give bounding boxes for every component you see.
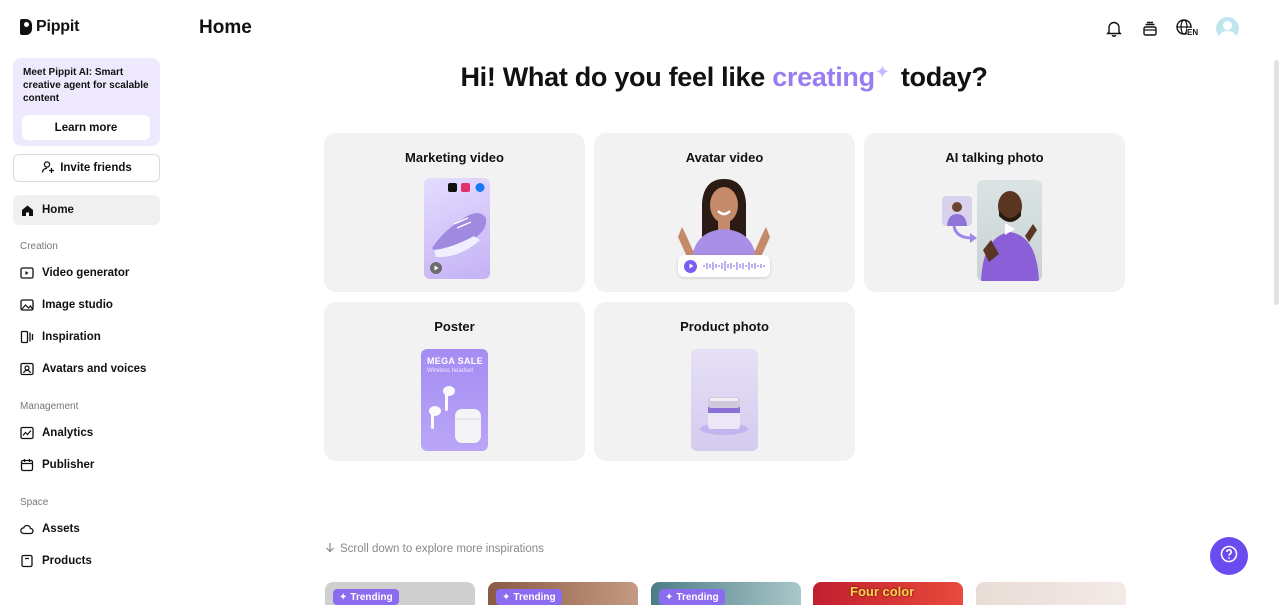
scroll-hint-text: Scroll down to explore more inspirations	[340, 543, 544, 555]
card-title: Marketing video	[405, 150, 504, 165]
image-studio-icon	[20, 298, 34, 312]
trending-badge: ✦ Trending	[496, 589, 562, 605]
source-photo-thumb	[942, 196, 972, 226]
sidebar-item-video-generator[interactable]: Video generator	[13, 258, 160, 288]
product-photo-preview	[691, 349, 758, 451]
poster-preview: MEGA SALE Wireless headset	[421, 349, 488, 451]
language-globe-icon[interactable]: EN	[1176, 18, 1200, 40]
section-label-space: Space	[20, 497, 49, 508]
brand-logo[interactable]: Pippit	[20, 18, 79, 36]
thumb-caption: Four color	[850, 584, 915, 599]
invite-label: Invite friends	[60, 162, 132, 174]
sidebar-item-label: Products	[42, 555, 92, 567]
home-icon	[20, 203, 34, 217]
add-user-icon	[41, 160, 55, 177]
marketing-video-preview	[424, 178, 490, 279]
pippit-logo-icon	[20, 19, 32, 35]
hero-heading: Hi! What do you feel like creating✦ toda…	[324, 62, 1124, 93]
header-actions: EN	[1104, 17, 1239, 40]
card-marketing-video[interactable]: Marketing video	[324, 133, 585, 292]
trending-label: Trending	[350, 591, 393, 603]
learn-more-button[interactable]: Learn more	[22, 115, 150, 140]
inspiration-thumb[interactable]: ✦ Trending	[488, 582, 638, 605]
promo-card: Meet Pippit AI: Smart creative agent for…	[13, 58, 160, 146]
section-label-management: Management	[20, 401, 79, 412]
scrollbar[interactable]	[1274, 60, 1279, 305]
trending-badge: ✦ Trending	[659, 589, 725, 605]
sidebar: Pippit Meet Pippit AI: Smart creative ag…	[0, 0, 174, 605]
sidebar-item-inspiration[interactable]: Inspiration	[13, 322, 160, 352]
play-icon	[684, 259, 697, 273]
sidebar-item-products[interactable]: Products	[13, 546, 160, 576]
promo-text: Meet Pippit AI: Smart creative agent for…	[23, 67, 149, 104]
trending-badge: ✦ Trending	[333, 589, 399, 605]
sidebar-item-label: Avatars and voices	[42, 363, 147, 375]
animated-photo	[977, 180, 1042, 281]
card-avatar-video[interactable]: Avatar video	[594, 133, 855, 292]
card-title: Product photo	[680, 319, 769, 334]
trending-label: Trending	[676, 591, 719, 603]
language-code: EN	[1187, 27, 1199, 37]
sidebar-item-assets[interactable]: Assets	[13, 514, 160, 544]
card-title: Poster	[434, 319, 475, 334]
earbuds-illustration	[429, 386, 481, 443]
waveform-icon	[703, 261, 765, 271]
page-title: Home	[199, 17, 252, 38]
card-ai-talking-photo[interactable]: AI talking photo	[864, 133, 1125, 292]
play-icon	[430, 262, 442, 274]
analytics-icon	[20, 426, 34, 440]
card-product-photo[interactable]: Product photo	[594, 302, 855, 461]
subscription-stack-icon[interactable]	[1140, 18, 1160, 40]
play-icon	[1004, 222, 1016, 241]
talking-photo-preview	[942, 180, 1044, 282]
scroll-hint: Scroll down to explore more inspirations	[325, 542, 544, 556]
sidebar-item-home[interactable]: Home	[13, 195, 160, 225]
sidebar-item-publisher[interactable]: Publisher	[13, 450, 160, 480]
notification-bell-icon[interactable]	[1104, 18, 1124, 40]
card-title: Avatar video	[685, 150, 764, 165]
hero-suffix: today?	[900, 62, 988, 92]
box-icon	[20, 554, 34, 568]
section-label-creation: Creation	[20, 241, 58, 252]
sidebar-item-label: Home	[42, 204, 74, 216]
question-icon	[1220, 545, 1238, 568]
card-title: AI talking photo	[945, 150, 1044, 165]
inspiration-thumb[interactable]: ✦ Trending	[651, 582, 801, 605]
video-generator-icon	[20, 266, 34, 280]
sparkle-icon: ✦	[339, 591, 348, 603]
sidebar-item-analytics[interactable]: Analytics	[13, 418, 160, 448]
invite-friends-button[interactable]: Invite friends	[13, 154, 160, 182]
card-poster[interactable]: Poster MEGA SALE Wireless headset	[324, 302, 585, 461]
inspiration-thumb[interactable]: Four color	[813, 582, 963, 605]
inspiration-thumb[interactable]: ✦ Trending	[325, 582, 475, 605]
arrow-down-icon	[325, 542, 335, 556]
sidebar-item-label: Inspiration	[42, 331, 101, 343]
brand-name: Pippit	[36, 18, 80, 35]
trending-label: Trending	[513, 591, 556, 603]
help-button[interactable]	[1210, 537, 1248, 575]
sidebar-item-label: Analytics	[42, 427, 94, 439]
inspiration-thumb[interactable]	[976, 582, 1126, 605]
hero-prefix: Hi! What do you feel like	[460, 62, 765, 92]
calendar-icon	[20, 458, 34, 472]
avatar-video-preview	[674, 177, 774, 283]
sidebar-item-label: Video generator	[42, 267, 130, 279]
cloud-icon	[20, 522, 34, 536]
sidebar-item-avatars-and-voices[interactable]: Avatars and voices	[13, 354, 160, 384]
sidebar-item-label: Assets	[42, 523, 80, 535]
sparkle-icon: ✦	[874, 62, 890, 82]
voice-waveform-bar	[678, 255, 770, 277]
sparkle-icon: ✦	[665, 591, 674, 603]
sparkle-icon: ✦	[502, 591, 511, 603]
app-root: Pippit Meet Pippit AI: Smart creative ag…	[0, 0, 1279, 605]
hero-accent: creating	[772, 62, 875, 92]
inspiration-icon	[20, 330, 34, 344]
sidebar-item-label: Image studio	[42, 299, 113, 311]
sidebar-item-image-studio[interactable]: Image studio	[13, 290, 160, 320]
sidebar-item-label: Publisher	[42, 459, 95, 471]
avatar-voice-icon	[20, 362, 34, 376]
user-avatar[interactable]	[1216, 17, 1239, 40]
